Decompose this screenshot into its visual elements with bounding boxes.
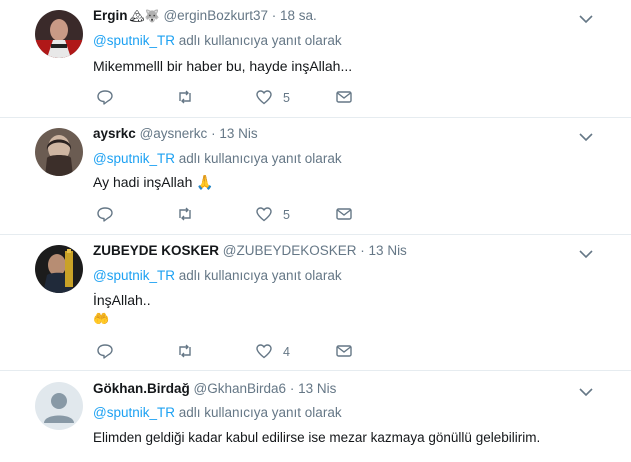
tweet-header: ZUBEYDE KOSKER @ZUBEYDEKOSKER · 13 Nis <box>93 241 407 261</box>
reply-context-text: adlı kullanıcıya yanıt olarak <box>174 405 342 420</box>
tweet-text-content: Ay hadi inşAllah <box>93 174 193 190</box>
timestamp[interactable]: 18 sa. <box>280 8 317 23</box>
separator-dot: · <box>271 8 277 23</box>
display-name[interactable]: ZUBEYDE KOSKER <box>93 243 219 258</box>
reply-context-text: adlı kullanıcıya yanıt olarak <box>174 268 342 283</box>
separator-dot: · <box>211 126 216 141</box>
like-icon[interactable] <box>255 88 273 106</box>
tweet[interactable]: Ergin 🏔🐺 @erginBozkurt37 · 18 sa. @sputni… <box>0 0 631 117</box>
tweet[interactable]: ZUBEYDE KOSKER @ZUBEYDEKOSKER · 13 Nis @… <box>0 235 631 370</box>
message-icon[interactable] <box>335 205 353 223</box>
separator-dot: · <box>360 243 365 258</box>
mention-link[interactable]: @sputnik_TR <box>93 405 175 420</box>
tweet-text: Mikemmelll bir haber bu, hayde inşAllah.… <box>93 58 353 74</box>
username[interactable]: @erginBozkurt37 <box>163 8 268 23</box>
tweet-text: İnşAllah.. <box>93 292 151 308</box>
retweet-icon[interactable] <box>176 205 194 223</box>
avatar[interactable] <box>35 245 83 293</box>
reply-context: @sputnik_TR adlı kullanıcıya yanıt olara… <box>93 32 342 50</box>
chevron-down-icon[interactable] <box>578 129 594 145</box>
retweet-icon[interactable] <box>176 88 194 106</box>
chevron-down-icon[interactable] <box>578 11 594 27</box>
like-count: 5 <box>283 208 290 222</box>
like-icon[interactable] <box>255 205 273 223</box>
reply-context: @sputnik_TR adlı kullanıcıya yanıt olara… <box>93 404 342 422</box>
pray-emoji: 🙏 <box>196 174 214 190</box>
chevron-down-icon[interactable] <box>578 384 594 400</box>
avatar[interactable] <box>35 128 83 176</box>
avatar[interactable] <box>35 382 83 430</box>
reply-icon[interactable] <box>96 205 114 223</box>
display-name[interactable]: aysrkc <box>93 126 136 141</box>
username[interactable]: @aysnerkc <box>140 126 208 141</box>
mention-link[interactable]: @sputnik_TR <box>93 268 175 283</box>
name-emoji: 🏔🐺 <box>129 9 160 23</box>
tweet-header: aysrkc @aysnerkc · 13 Nis <box>93 124 258 144</box>
avatar[interactable] <box>35 10 83 58</box>
reply-icon[interactable] <box>96 342 114 360</box>
like-icon[interactable] <box>255 342 273 360</box>
tweet-header: Ergin 🏔🐺 @erginBozkurt37 · 18 sa. <box>93 6 317 26</box>
tweet[interactable]: aysrkc @aysnerkc · 13 Nis @sputnik_TR ad… <box>0 118 631 234</box>
reply-context-text: adlı kullanıcıya yanıt olarak <box>174 151 342 166</box>
reply-context: @sputnik_TR adlı kullanıcıya yanıt olara… <box>93 150 342 168</box>
like-count: 5 <box>283 91 290 105</box>
hands-emoji: 🤲 <box>93 311 110 326</box>
timestamp[interactable]: 13 Nis <box>219 126 257 141</box>
display-name[interactable]: Gökhan.Birdağ <box>93 381 190 396</box>
timestamp[interactable]: 13 Nis <box>369 243 407 258</box>
tweet-text: Elimden geldiği kadar kabul edilirse ise… <box>93 430 541 445</box>
mention-link[interactable]: @sputnik_TR <box>93 151 175 166</box>
mention-link[interactable]: @sputnik_TR <box>93 33 175 48</box>
username[interactable]: @GkhanBirda6 <box>194 381 287 396</box>
message-icon[interactable] <box>335 342 353 360</box>
retweet-icon[interactable] <box>176 342 194 360</box>
reply-icon[interactable] <box>96 88 114 106</box>
tweet[interactable]: Gökhan.Birdağ @GkhanBirda6 · 13 Nis @spu… <box>0 371 631 462</box>
display-name[interactable]: Ergin <box>93 8 128 23</box>
reply-context-text: adlı kullanıcıya yanıt olarak <box>174 33 342 48</box>
message-icon[interactable] <box>335 88 353 106</box>
chevron-down-icon[interactable] <box>578 246 594 262</box>
like-count: 4 <box>283 345 290 359</box>
username[interactable]: @ZUBEYDEKOSKER <box>223 243 357 258</box>
reply-context: @sputnik_TR adlı kullanıcıya yanıt olara… <box>93 267 342 285</box>
separator-dot: · <box>289 381 295 396</box>
tweet-header: Gökhan.Birdağ @GkhanBirda6 · 13 Nis <box>93 379 336 399</box>
timestamp[interactable]: 13 Nis <box>298 381 336 396</box>
tweet-text: Ay hadi inşAllah 🙏 <box>93 173 214 192</box>
